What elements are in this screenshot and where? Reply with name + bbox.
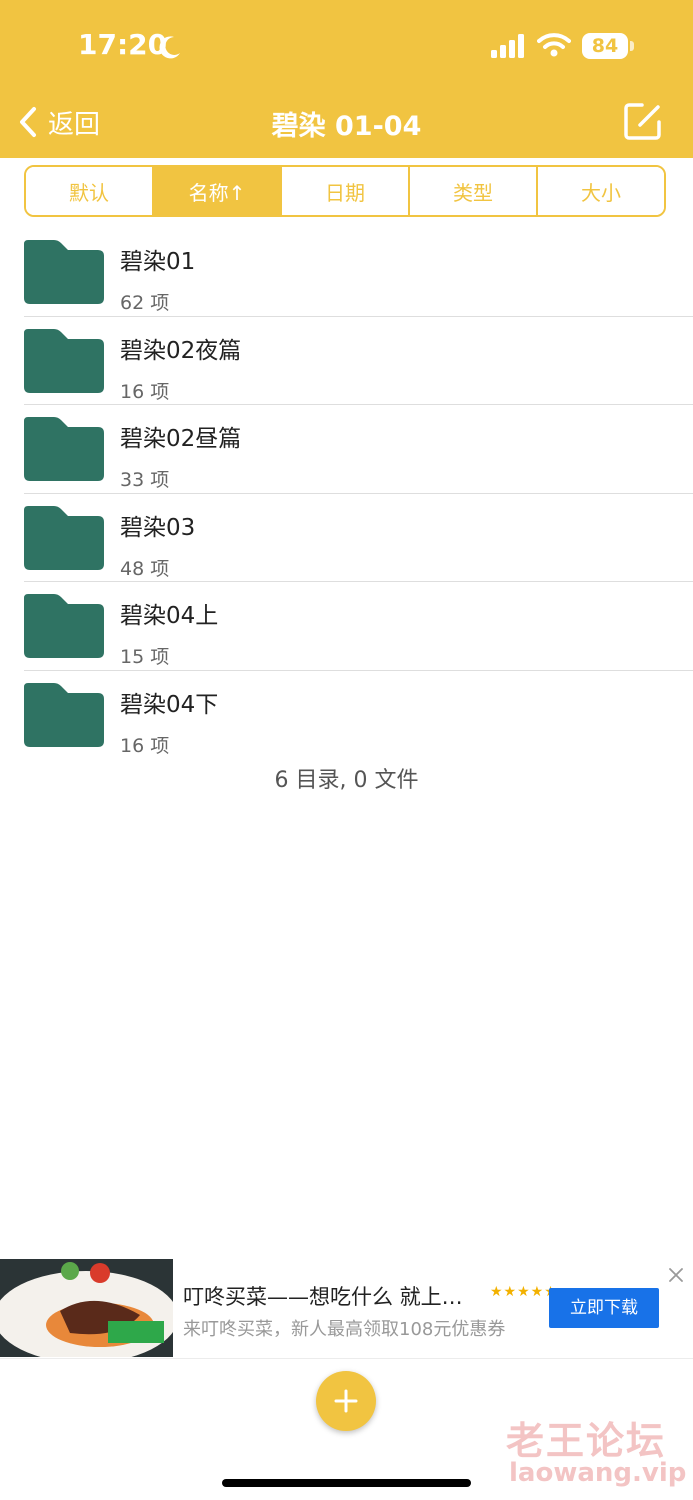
folder-name: 碧染01 — [120, 249, 196, 275]
ad-image — [0, 1259, 173, 1357]
folder-icon — [24, 328, 104, 393]
sort-segmented-control: 默认 名称↑ 日期 类型 大小 — [24, 165, 666, 217]
list-item[interactable]: 碧染04下 16 项 — [0, 671, 693, 760]
folder-count: 48 项 — [120, 557, 170, 580]
folder-name: 碧染04上 — [120, 603, 219, 629]
home-indicator[interactable] — [222, 1479, 471, 1487]
directory-summary: 6 目录, 0 文件 — [274, 768, 419, 793]
folder-icon — [24, 682, 104, 747]
navigation-header: 17:20 84 返回 碧染 01-04 — [0, 0, 693, 158]
folder-icon — [24, 240, 104, 304]
ad-rating-stars: ★★★★★ — [490, 1284, 558, 1300]
battery-cap — [630, 41, 634, 51]
ad-download-button[interactable]: 立即下载 — [549, 1288, 659, 1328]
signal-icon — [491, 34, 524, 58]
list-item[interactable]: 碧染03 48 项 — [0, 494, 693, 582]
list-item[interactable]: 碧染04上 15 项 — [0, 582, 693, 671]
sort-date[interactable]: 日期 — [282, 167, 410, 215]
status-time: 17:20 — [78, 28, 168, 61]
battery-indicator: 84 — [582, 33, 628, 59]
folder-list: 碧染01 62 项 碧染02夜篇 16 项 碧染02昼篇 33 项 碧染03 4… — [0, 228, 693, 759]
ad-description: 来叮咚买菜，新人最高领取108元优惠券 — [183, 1319, 506, 1340]
folder-count: 33 项 — [120, 469, 170, 491]
folder-name: 碧染04下 — [120, 691, 219, 718]
list-item[interactable]: 碧染01 62 项 — [0, 228, 693, 317]
bottom-divider — [0, 1358, 693, 1359]
sort-size[interactable]: 大小 — [538, 167, 664, 215]
list-item[interactable]: 碧染02昼篇 33 项 — [0, 405, 693, 494]
ad-banner[interactable]: 叮咚买菜——想吃什么 就上… ★★★★★ 来叮咚买菜，新人最高领取108元优惠券… — [0, 1259, 693, 1358]
sort-default[interactable]: 默认 — [26, 167, 154, 215]
folder-icon — [24, 417, 104, 481]
edit-icon[interactable] — [622, 100, 664, 142]
folder-icon — [24, 505, 104, 570]
ad-title: 叮咚买菜——想吃什么 就上… — [183, 1285, 463, 1309]
watermark-text: 老王论坛 — [506, 1419, 667, 1463]
folder-name: 碧染03 — [120, 514, 196, 541]
moon-icon — [159, 36, 180, 59]
folder-name: 碧染02昼篇 — [120, 426, 242, 452]
folder-count: 16 项 — [120, 734, 170, 757]
sort-name[interactable]: 名称↑ — [154, 167, 282, 215]
close-icon[interactable] — [667, 1266, 685, 1284]
folder-icon — [24, 594, 104, 658]
folder-name: 碧染02夜篇 — [120, 337, 242, 364]
wifi-icon — [537, 33, 571, 57]
add-button[interactable] — [316, 1371, 376, 1431]
folder-count: 15 项 — [120, 646, 170, 668]
folder-count: 16 项 — [120, 380, 170, 403]
page-title: 碧染 01-04 — [271, 111, 422, 142]
folder-count: 62 项 — [120, 292, 170, 314]
plus-icon — [334, 1389, 358, 1413]
list-item[interactable]: 碧染02夜篇 16 项 — [0, 317, 693, 405]
sort-type[interactable]: 类型 — [410, 167, 538, 215]
watermark-url: laowang.vip — [509, 1458, 687, 1488]
